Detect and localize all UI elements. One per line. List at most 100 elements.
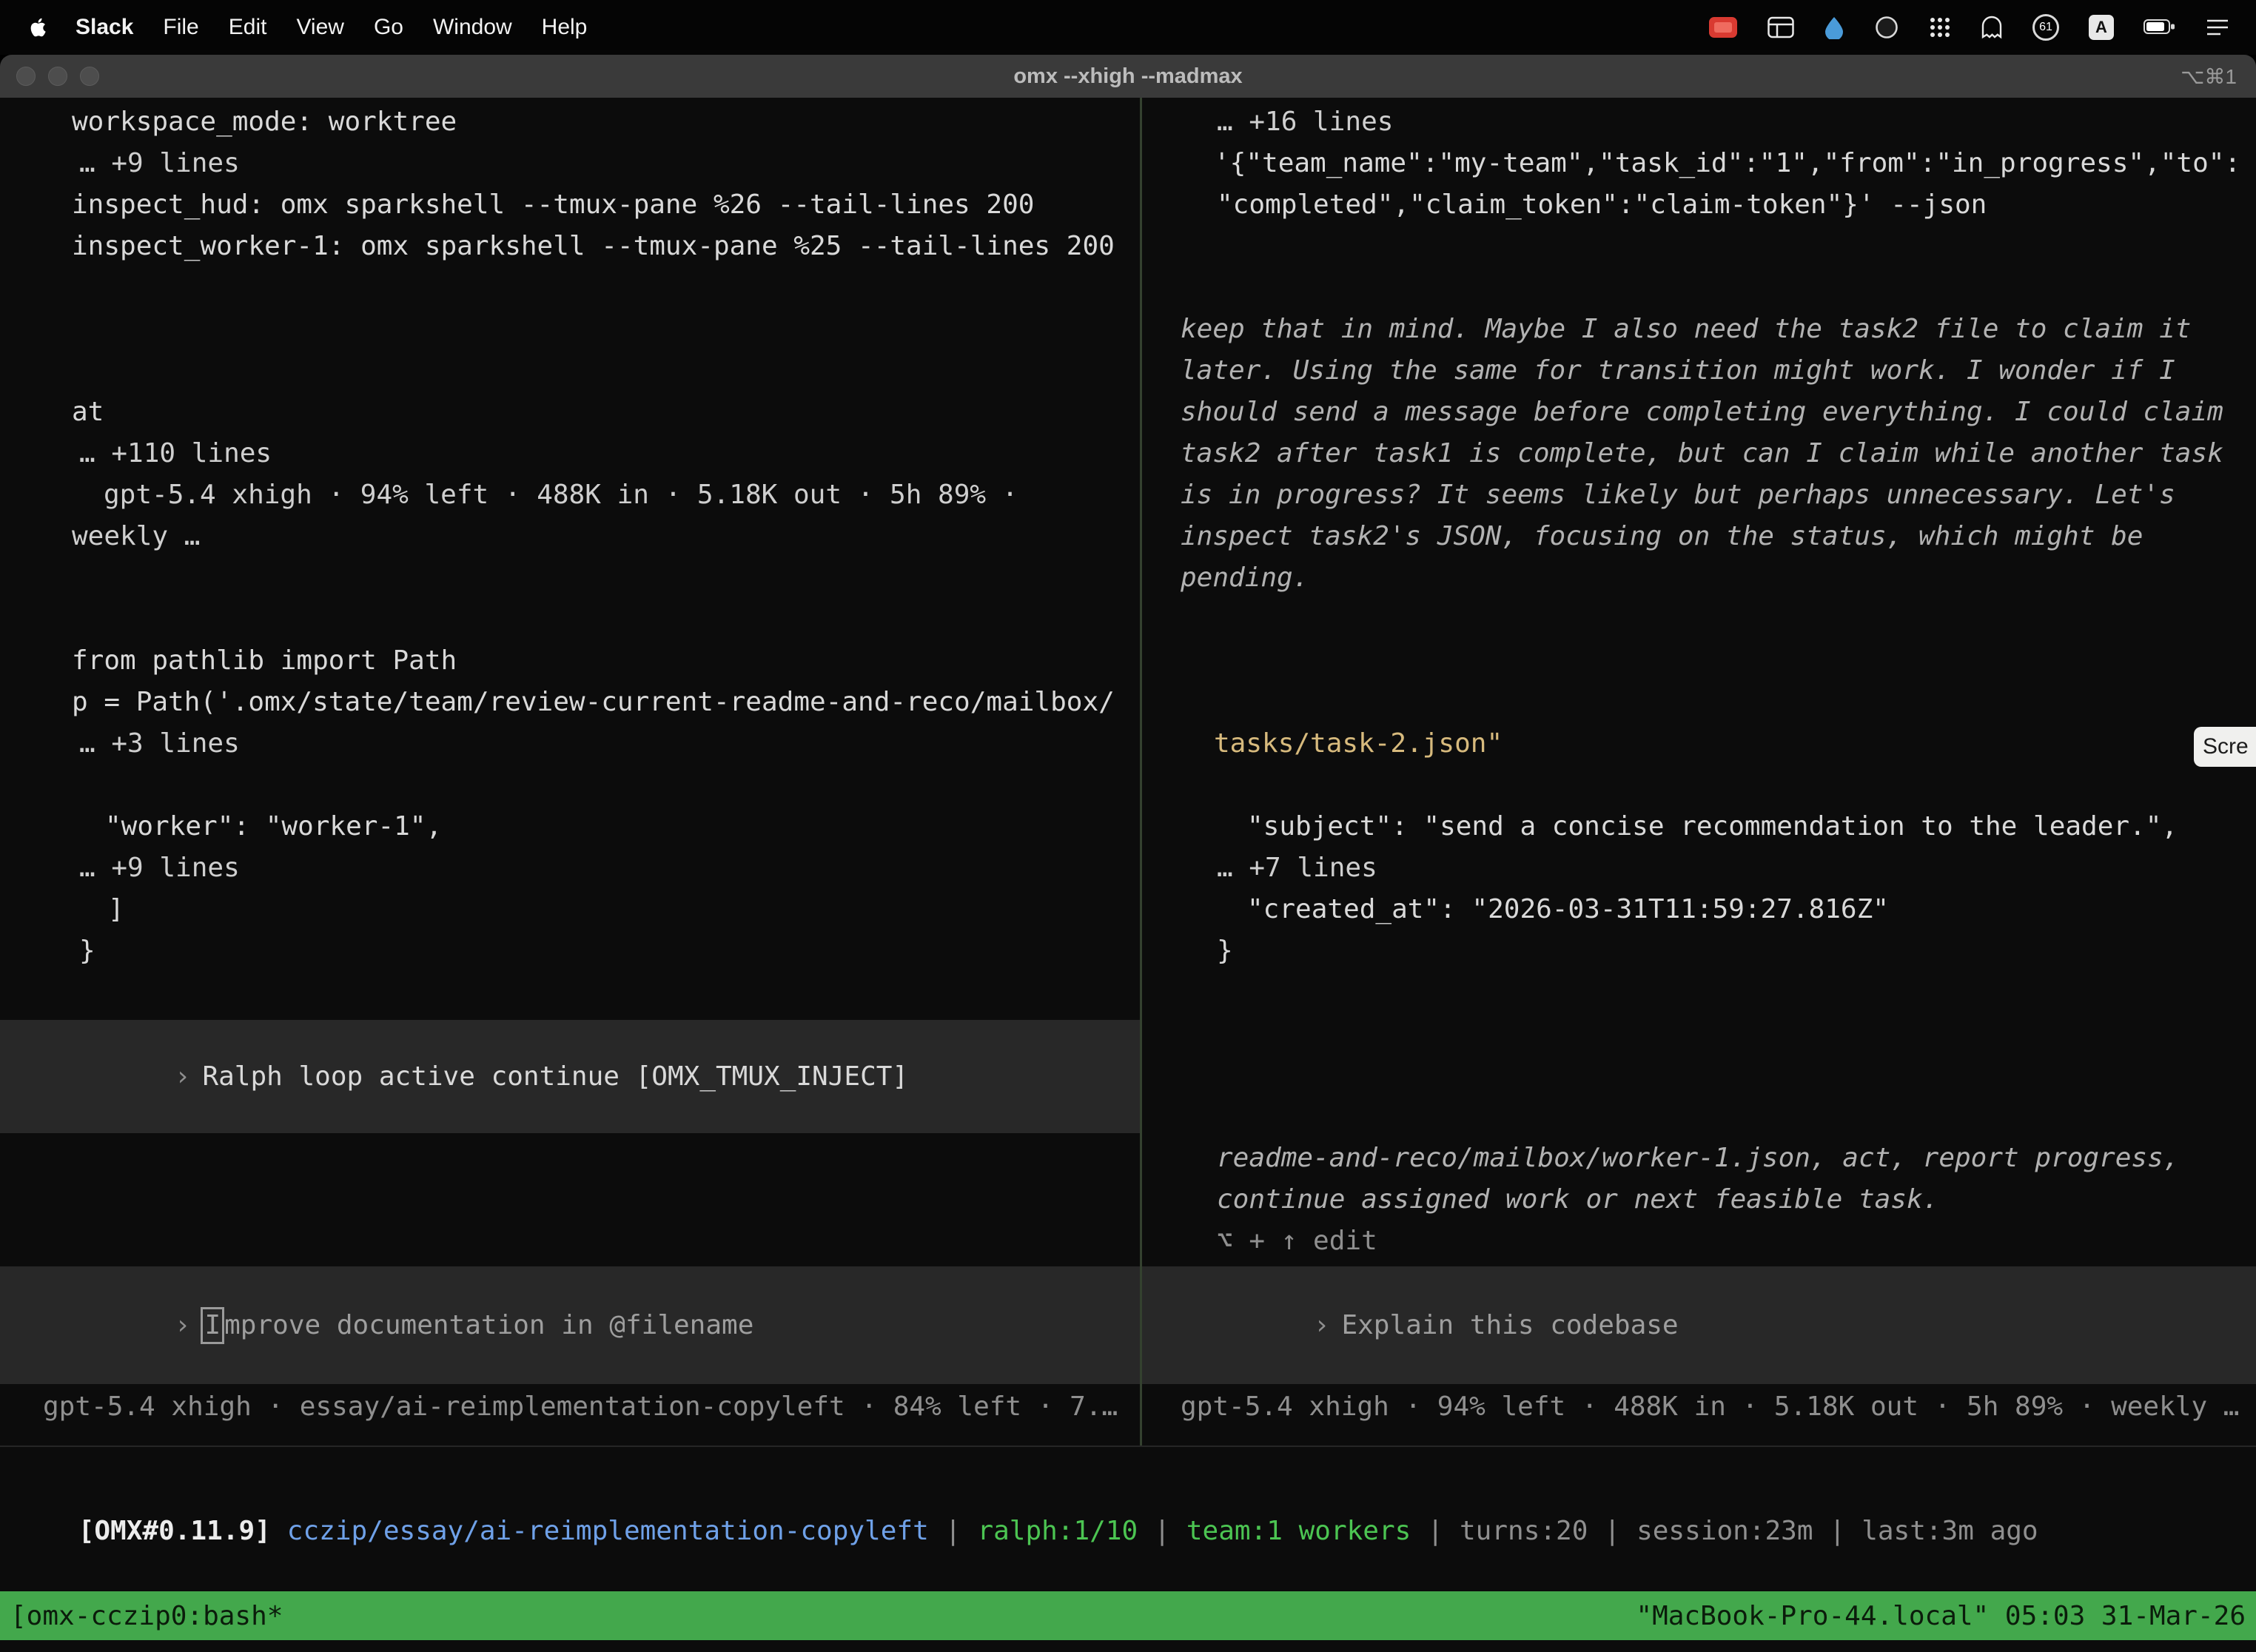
log-line: inspect_hud: omx sparkshell --tmux-pane … — [0, 184, 1140, 226]
chevron-icon: › — [175, 1061, 191, 1092]
terminal-content: workspace_mode: worktree … +9 lines insp… — [0, 98, 2256, 1447]
grid-icon[interactable] — [1767, 16, 1794, 39]
prompt-input-right[interactable]: ›Explain this codebase — [1142, 1266, 2256, 1384]
menu-edit[interactable]: Edit — [214, 15, 282, 40]
inject-line: › Ralph loop active continue [OMX_TMUX_IN… — [0, 1015, 908, 1139]
menu-lines-icon[interactable] — [2206, 18, 2229, 37]
tmux-pane-left[interactable]: workspace_mode: worktree … +9 lines insp… — [0, 98, 1140, 1446]
mailbox-note-line: readme-and-reco/mailbox/worker-1.json, a… — [1142, 1138, 2256, 1179]
edit-hint-line: ⌥ + ↑ edit — [1142, 1220, 2256, 1262]
battery-icon[interactable] — [2143, 19, 2176, 36]
menu-view[interactable]: View — [281, 15, 358, 40]
log-line: '{"team_name":"my-team","task_id":"1","f… — [1142, 143, 2256, 184]
droplet-icon[interactable] — [1824, 16, 1844, 39]
menu-go[interactable]: Go — [359, 15, 418, 40]
collapsed-lines-indicator: … +9 lines — [0, 847, 1140, 889]
team-workers-counter: team:1 workers — [1186, 1516, 1411, 1546]
mailbox-text: readme-and-reco/mailbox/worker-1.json, a… — [1217, 1143, 2179, 1173]
pane-footer-status: gpt-5.4 xhigh · 94% left · 488K in · 5.1… — [1142, 1386, 2256, 1428]
inject-banner: › Ralph loop active continue [OMX_TMUX_IN… — [0, 1020, 1140, 1133]
collapsed-lines-indicator: … +110 lines — [0, 433, 1140, 474]
output-line: } — [1142, 930, 2256, 972]
omx-session-path: cczip/essay/ai-reimplementation-copyleft — [287, 1516, 929, 1546]
command-string: tasks/task-2.json" — [1214, 728, 1503, 759]
menu-help[interactable]: Help — [527, 15, 602, 40]
output-line: weekly … — [0, 516, 1140, 557]
thinking-text: inspect task2's JSON, focusing on the st… — [1181, 521, 2143, 551]
window-titlebar[interactable]: omx --xhigh --madmax ⌥⌘1 — [0, 55, 2256, 98]
prompt-input-left[interactable]: ›Improve documentation in @filename — [0, 1266, 1140, 1384]
footer-text: gpt-5.4 xhigh · essay/ai-reimplementatio… — [43, 1391, 1118, 1422]
thinking-line: pending. — [1142, 557, 2256, 599]
window-title: omx --xhigh --madmax — [1013, 64, 1242, 89]
tmux-status-bar: [omx-cczip0:bash* "MacBook-Pro-44.local"… — [0, 1591, 2256, 1640]
mailbox-note-line: ↳1 new msg(s): read $OMX_TEAM_STATE_ROOT… — [1142, 1096, 2256, 1138]
a-key-label: A — [2095, 18, 2107, 37]
edit-hint-text: ⌥ + ↑ edit — [1217, 1226, 1377, 1256]
output-line: at — [0, 392, 1140, 433]
inject-text: Ralph loop active continue [OMX_TMUX_INJ… — [202, 1061, 908, 1092]
apple-menu-icon[interactable] — [27, 16, 50, 39]
menu-app-name[interactable]: Slack — [75, 15, 148, 40]
more-lines-text: … +9 lines — [79, 853, 240, 883]
close-button[interactable] — [16, 67, 36, 86]
text-cursor: I — [201, 1307, 224, 1344]
log-text: "completed","claim_token":"claim-token"}… — [1217, 189, 1987, 220]
prompt-line: ›Improve documentation in @filename — [0, 1263, 753, 1388]
menu-window[interactable]: Window — [418, 15, 527, 40]
code-text: from pathlib import Path — [72, 645, 457, 676]
collapsed-lines-indicator: … +3 lines — [0, 723, 1140, 765]
json-text: } — [79, 936, 95, 966]
code-text: p = Path('.omx/state/team/review-current… — [72, 687, 1115, 717]
tmux-pane-right[interactable]: … +16 lines '{"team_name":"my-team","tas… — [1142, 98, 2256, 1446]
output-line: ] — [0, 889, 1140, 930]
thinking-text: pending. — [1181, 563, 1309, 593]
json-text: "created_at": "2026-03-31T11:59:27.816Z" — [1247, 894, 1889, 924]
output-line: } — [0, 930, 1140, 972]
output-text: weekly … — [72, 521, 200, 551]
omx-version-badge: [OMX#0.11.9] — [78, 1516, 271, 1546]
ring-icon[interactable] — [1874, 15, 1899, 40]
thinking-line: should send a message before completing … — [1142, 392, 2256, 433]
menu-file[interactable]: File — [148, 15, 213, 40]
screenshot-notification[interactable]: Scre — [2194, 727, 2256, 767]
ralph-counter: ralph:1/10 — [977, 1516, 1138, 1546]
a-key-icon[interactable]: A — [2089, 15, 2114, 40]
prompt-line: ›Explain this codebase — [1142, 1263, 1679, 1388]
log-text: workspace_mode: worktree — [72, 107, 457, 137]
output-line: "created_at": "2026-03-31T11:59:27.816Z" — [1142, 889, 2256, 930]
thinking-line: inspect task2's JSON, focusing on the st… — [1142, 516, 2256, 557]
tmux-window-tab[interactable]: [omx-cczip0:bash* — [10, 1601, 283, 1631]
separator: | — [1830, 1516, 1846, 1546]
json-text: } — [1217, 936, 1233, 966]
ghost-icon[interactable] — [1981, 16, 2003, 39]
output-line: gpt-5.4 xhigh · 94% left · 488K in · 5.1… — [0, 474, 1140, 516]
output-text: gpt-5.4 xhigh · 94% left · 488K in · 5.1… — [104, 480, 1018, 510]
zoom-button[interactable] — [80, 67, 99, 86]
thinking-line: is in progress? It seems likely but perh… — [1142, 474, 2256, 516]
thinking-text: task2 after task1 is complete, but can I… — [1181, 438, 2223, 469]
pane-footer-status: gpt-5.4 xhigh · essay/ai-reimplementatio… — [0, 1386, 1140, 1428]
prompt-chevron-icon: › — [175, 1310, 191, 1340]
waiting-status-line: •Waiting for background terminal(3m 46s … — [1142, 1013, 2256, 1055]
json-text: ] — [108, 894, 124, 924]
json-text: "subject": "send a concise recommendatio… — [1247, 811, 2178, 842]
percent-badge-value: 61 — [2039, 21, 2052, 34]
window-shortcut-badge: ⌥⌘1 — [2181, 64, 2237, 89]
percent-badge-icon[interactable]: 61 — [2032, 14, 2059, 41]
output-line: └{ — [0, 765, 1140, 806]
log-line: workspace_mode: worktree — [0, 101, 1140, 143]
more-lines-text: … +9 lines — [79, 148, 240, 178]
dots-grid-icon[interactable] — [1929, 16, 1951, 38]
log-text: inspect_worker-1: omx sparkshell --tmux-… — [72, 231, 1115, 261]
mailbox-note-line: continue assigned work or next feasible … — [1142, 1179, 2256, 1220]
minimize-button[interactable] — [48, 67, 67, 86]
screen-recording-icon[interactable] — [1708, 16, 1738, 39]
footer-text: gpt-5.4 xhigh · 94% left · 488K in · 5.1… — [1181, 1391, 2239, 1422]
log-line: "completed","claim_token":"claim-token"}… — [1142, 184, 2256, 226]
separator: | — [1427, 1516, 1443, 1546]
omx-status-line: [OMX#0.11.9]cczip/essay/ai-reimplementat… — [0, 1469, 2256, 1511]
separator: | — [1154, 1516, 1170, 1546]
output-text: at — [72, 397, 104, 427]
collapsed-lines-indicator: … +9 lines — [0, 143, 1140, 184]
